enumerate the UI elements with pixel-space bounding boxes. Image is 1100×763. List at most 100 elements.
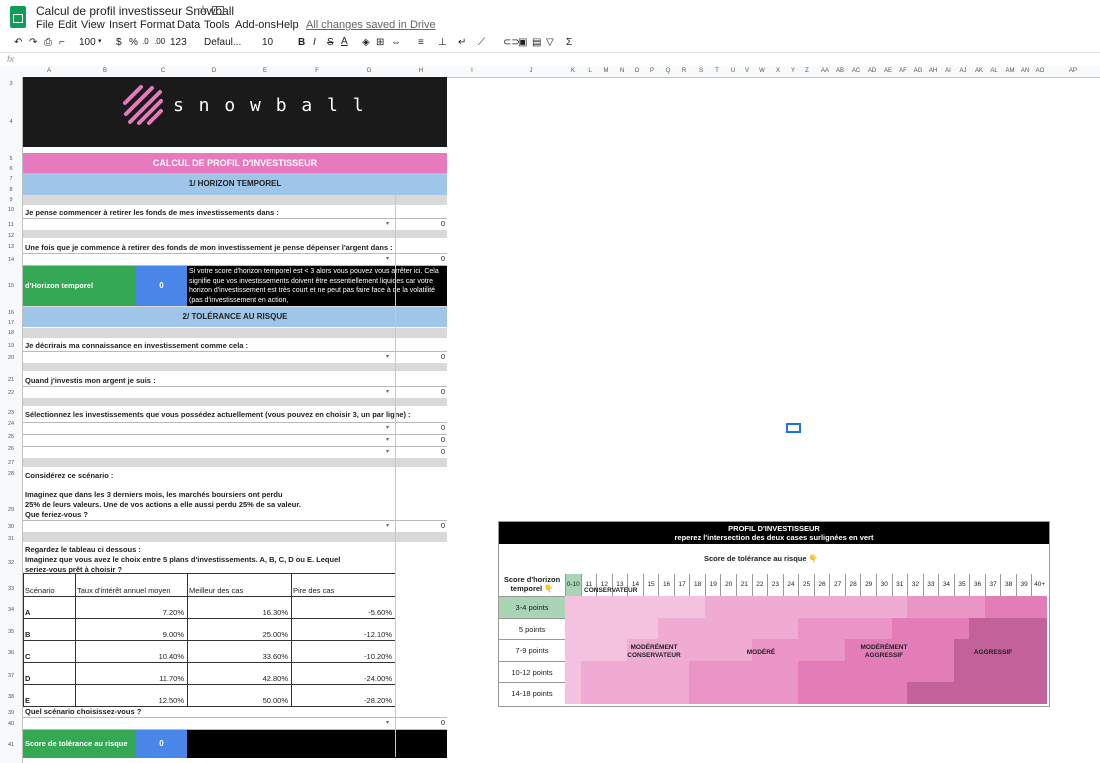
row-header[interactable]: 7 xyxy=(0,176,22,182)
column-header[interactable]: L xyxy=(588,68,591,74)
column-header[interactable]: S xyxy=(699,68,703,74)
chart-icon[interactable]: ▤ xyxy=(532,37,541,48)
column-header[interactable]: AA xyxy=(821,68,829,74)
column-header[interactable]: T xyxy=(715,68,719,74)
row-header[interactable]: 14 xyxy=(0,257,22,263)
column-header[interactable]: X xyxy=(776,68,780,74)
menu-file[interactable]: File xyxy=(36,19,54,31)
row-header[interactable]: 35 xyxy=(0,629,22,635)
column-header[interactable]: AC xyxy=(852,68,860,74)
row-header[interactable]: 40 xyxy=(0,721,22,727)
row-header[interactable]: 31 xyxy=(0,536,22,542)
row-header[interactable]: 27 xyxy=(0,460,22,466)
column-header[interactable]: D xyxy=(212,68,216,74)
chevron-down-icon[interactable]: ▾ xyxy=(386,448,389,455)
column-header[interactable]: AG xyxy=(914,68,923,74)
row-header[interactable]: 15 xyxy=(0,283,22,289)
row-header[interactable]: 39 xyxy=(0,710,22,716)
column-header[interactable]: AO xyxy=(1036,68,1045,74)
row-header[interactable]: 20 xyxy=(0,355,22,361)
chevron-down-icon[interactable]: ▾ xyxy=(386,353,389,360)
italic-button[interactable]: I xyxy=(313,37,316,48)
sheets-logo-icon[interactable] xyxy=(10,6,26,28)
column-header[interactable]: AE xyxy=(884,68,892,74)
row-header[interactable]: 30 xyxy=(0,524,22,530)
row-header[interactable]: 33 xyxy=(0,586,22,592)
selected-cell[interactable] xyxy=(786,423,801,433)
menu-data[interactable]: Data xyxy=(177,19,200,31)
row-header[interactable]: 13 xyxy=(0,244,22,250)
borders-icon[interactable]: ⊞ xyxy=(376,37,384,48)
currency-button[interactable]: $ xyxy=(116,37,122,48)
row-header[interactable]: 22 xyxy=(0,390,22,396)
column-header[interactable]: O xyxy=(635,68,640,74)
row-headers[interactable]: 3 4 5 6 7 8 9 10 11 12 13 14 15 16 17 18 19 20 21 22 23 24 25 2… xyxy=(0,77,23,763)
undo-icon[interactable]: ↶ xyxy=(14,37,22,48)
chevron-down-icon[interactable]: ▾ xyxy=(386,522,389,529)
row-header[interactable]: 37 xyxy=(0,673,22,679)
chevron-down-icon[interactable]: ▾ xyxy=(386,255,389,262)
more-formats-button[interactable]: 123 xyxy=(170,37,187,48)
font-size-select[interactable]: 10 xyxy=(262,37,273,48)
row-header[interactable]: 9 xyxy=(0,197,22,203)
text-wrap-icon[interactable]: ↵ xyxy=(458,37,466,48)
row-header[interactable]: 28 xyxy=(0,471,22,477)
row-header[interactable]: 3 xyxy=(0,81,22,87)
fill-color-icon[interactable]: ◈ xyxy=(362,37,370,48)
row-header[interactable]: 24 xyxy=(0,421,22,427)
column-header[interactable]: A xyxy=(47,68,51,74)
row-header[interactable]: 34 xyxy=(0,607,22,613)
column-header[interactable]: AB xyxy=(836,68,844,74)
column-header[interactable]: V xyxy=(745,68,749,74)
question-2-dropdown[interactable]: ▾ 0 xyxy=(23,253,447,266)
column-header[interactable]: AI xyxy=(945,68,951,74)
row-header[interactable]: 17 xyxy=(0,320,22,326)
zoom-select[interactable]: 100 xyxy=(79,37,96,48)
row-header[interactable]: 18 xyxy=(0,330,22,336)
row-header[interactable]: 6 xyxy=(0,166,22,172)
row-header[interactable]: 16 xyxy=(0,310,22,316)
row-header[interactable]: 5 xyxy=(0,156,22,162)
row-header[interactable]: 19 xyxy=(0,343,22,349)
filter-icon[interactable]: ▽ xyxy=(546,37,554,48)
menu-insert[interactable]: Insert xyxy=(109,19,137,31)
column-header[interactable]: I xyxy=(471,68,473,74)
row-header[interactable]: 10 xyxy=(0,207,22,213)
row-header[interactable]: 11 xyxy=(0,222,22,228)
menu-edit[interactable]: Edit xyxy=(58,19,77,31)
column-header[interactable]: AM xyxy=(1006,68,1015,74)
percent-button[interactable]: % xyxy=(129,37,138,48)
column-header[interactable]: AK xyxy=(975,68,983,74)
column-header[interactable]: U xyxy=(731,68,735,74)
bold-button[interactable]: B xyxy=(298,37,305,48)
column-header[interactable]: H xyxy=(419,68,423,74)
font-select[interactable]: Defaul... xyxy=(204,37,241,48)
column-header[interactable]: Z xyxy=(805,68,809,74)
column-header[interactable]: G xyxy=(367,68,372,74)
comment-icon[interactable]: ▣ xyxy=(518,37,527,48)
row-header[interactable]: 32 xyxy=(0,560,22,566)
menu-help[interactable]: Help xyxy=(276,19,299,31)
question-6-dropdown[interactable]: ▾ 0 xyxy=(23,717,447,730)
column-header[interactable]: R xyxy=(682,68,686,74)
row-header[interactable]: 29 xyxy=(0,507,22,513)
column-header[interactable]: AN xyxy=(1021,68,1029,74)
row-header[interactable]: 26 xyxy=(0,446,22,452)
column-header[interactable]: K xyxy=(571,68,575,74)
column-header[interactable]: AF xyxy=(899,68,907,74)
chevron-down-icon[interactable]: ▾ xyxy=(386,220,389,227)
menu-format[interactable]: Format xyxy=(140,19,175,31)
column-header[interactable]: Y xyxy=(791,68,795,74)
row-header[interactable]: 21 xyxy=(0,377,22,383)
merge-cells-icon[interactable]: ⇔ xyxy=(391,37,401,48)
column-header[interactable]: N xyxy=(620,68,624,74)
menu-add-ons[interactable]: Add-ons xyxy=(235,19,276,31)
column-header[interactable]: F xyxy=(315,68,319,74)
question-5-dropdown-2[interactable]: ▾ 0 xyxy=(23,434,447,446)
row-header[interactable]: 8 xyxy=(0,187,22,193)
question-5-dropdown-1[interactable]: ▾ 0 xyxy=(23,422,447,434)
column-header[interactable]: J xyxy=(530,68,533,74)
star-icon[interactable]: ☆ xyxy=(198,3,208,16)
column-header[interactable]: AP xyxy=(1069,68,1077,74)
column-header[interactable]: P xyxy=(650,68,654,74)
